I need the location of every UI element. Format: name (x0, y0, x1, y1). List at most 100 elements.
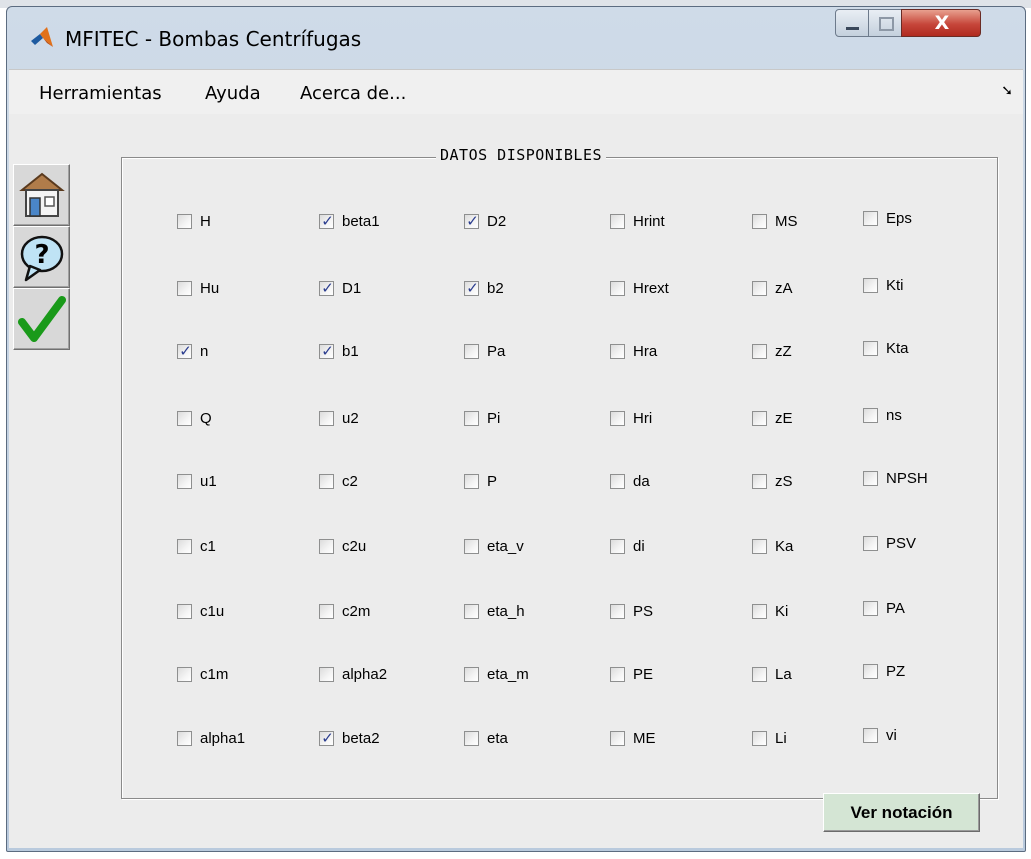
checkbox-c2m[interactable]: c2m (319, 601, 370, 621)
checkbox-unchecked-icon[interactable] (752, 410, 767, 426)
checkbox-unchecked-icon[interactable] (177, 666, 192, 682)
checkbox-pi[interactable]: Pi (464, 408, 500, 428)
checkbox-u1[interactable]: u1 (177, 471, 217, 491)
checkbox-beta1[interactable]: ✓ beta1 (319, 211, 380, 231)
checkbox-unchecked-icon[interactable] (610, 410, 625, 426)
checkbox-hu[interactable]: Hu (177, 278, 219, 298)
checkbox-unchecked-icon[interactable] (319, 410, 334, 426)
checkbox-unchecked-icon[interactable] (752, 473, 767, 489)
checkbox-unchecked-icon[interactable] (610, 213, 625, 229)
checkbox-da[interactable]: da (610, 471, 650, 491)
checkbox-li[interactable]: Li (752, 728, 787, 748)
checkbox-npsh[interactable]: NPSH (863, 468, 928, 488)
checkbox-pe[interactable]: PE (610, 664, 653, 684)
minimize-button[interactable] (835, 9, 869, 37)
checkbox-unchecked-icon[interactable] (752, 666, 767, 682)
checkbox-n[interactable]: ✓ n (177, 341, 208, 361)
checkbox-hrint[interactable]: Hrint (610, 211, 665, 231)
checkbox-unchecked-icon[interactable] (752, 603, 767, 619)
checkbox-unchecked-icon[interactable] (752, 538, 767, 554)
checkbox-checked-icon[interactable]: ✓ (464, 212, 479, 230)
checkbox-zz[interactable]: zZ (752, 341, 792, 361)
checkbox-pa[interactable]: Pa (464, 341, 505, 361)
menu-acerca-de[interactable]: Acerca de... (300, 83, 406, 104)
checkbox-unchecked-icon[interactable] (464, 666, 479, 682)
checkbox-unchecked-icon[interactable] (863, 277, 878, 293)
checkbox-u2[interactable]: u2 (319, 408, 359, 428)
checkbox-unchecked-icon[interactable] (177, 538, 192, 554)
checkbox-c1m[interactable]: c1m (177, 664, 228, 684)
checkbox-eps[interactable]: Eps (863, 208, 912, 228)
checkbox-unchecked-icon[interactable] (177, 410, 192, 426)
checkbox-eta_h[interactable]: eta_h (464, 601, 525, 621)
checkbox-alpha2[interactable]: alpha2 (319, 664, 387, 684)
checkbox-unchecked-icon[interactable] (610, 280, 625, 296)
checkbox-unchecked-icon[interactable] (863, 600, 878, 616)
checkbox-unchecked-icon[interactable] (464, 410, 479, 426)
checkbox-pa[interactable]: PA (863, 598, 905, 618)
checkbox-ka[interactable]: Ka (752, 536, 793, 556)
checkbox-unchecked-icon[interactable] (752, 730, 767, 746)
checkbox-b1[interactable]: ✓ b1 (319, 341, 359, 361)
checkbox-checked-icon[interactable]: ✓ (177, 342, 192, 360)
help-button[interactable]: ? (13, 226, 70, 288)
checkbox-eta_m[interactable]: eta_m (464, 664, 529, 684)
checkbox-ns[interactable]: ns (863, 405, 902, 425)
checkbox-unchecked-icon[interactable] (752, 343, 767, 359)
checkbox-unchecked-icon[interactable] (610, 343, 625, 359)
checkbox-me[interactable]: ME (610, 728, 656, 748)
checkbox-unchecked-icon[interactable] (752, 213, 767, 229)
checkbox-checked-icon[interactable]: ✓ (319, 729, 334, 747)
checkbox-unchecked-icon[interactable] (863, 535, 878, 551)
checkbox-unchecked-icon[interactable] (464, 343, 479, 359)
checkbox-di[interactable]: di (610, 536, 645, 556)
checkbox-alpha1[interactable]: alpha1 (177, 728, 245, 748)
checkbox-hra[interactable]: Hra (610, 341, 657, 361)
checkbox-unchecked-icon[interactable] (752, 280, 767, 296)
checkbox-hri[interactable]: Hri (610, 408, 652, 428)
checkbox-unchecked-icon[interactable] (610, 666, 625, 682)
checkbox-unchecked-icon[interactable] (464, 538, 479, 554)
maximize-button[interactable] (868, 9, 902, 37)
ver-notacion-button[interactable]: Ver notación (823, 793, 980, 832)
checkbox-la[interactable]: La (752, 664, 792, 684)
checkbox-ze[interactable]: zE (752, 408, 793, 428)
checkbox-eta_v[interactable]: eta_v (464, 536, 524, 556)
close-button[interactable]: X (901, 9, 981, 37)
checkbox-c2[interactable]: c2 (319, 471, 358, 491)
checkbox-unchecked-icon[interactable] (863, 727, 878, 743)
checkbox-ms[interactable]: MS (752, 211, 798, 231)
checkbox-unchecked-icon[interactable] (319, 473, 334, 489)
checkbox-unchecked-icon[interactable] (319, 603, 334, 619)
checkbox-unchecked-icon[interactable] (177, 473, 192, 489)
checkbox-checked-icon[interactable]: ✓ (319, 279, 334, 297)
checkbox-c1[interactable]: c1 (177, 536, 216, 556)
checkbox-unchecked-icon[interactable] (464, 730, 479, 746)
checkbox-checked-icon[interactable]: ✓ (464, 279, 479, 297)
checkbox-h[interactable]: H (177, 211, 211, 231)
checkbox-unchecked-icon[interactable] (177, 213, 192, 229)
checkbox-kti[interactable]: Kti (863, 275, 904, 295)
checkbox-c1u[interactable]: c1u (177, 601, 224, 621)
checkbox-unchecked-icon[interactable] (464, 603, 479, 619)
checkbox-unchecked-icon[interactable] (863, 340, 878, 356)
menu-herramientas[interactable]: Herramientas (39, 83, 162, 104)
checkbox-ki[interactable]: Ki (752, 601, 788, 621)
checkbox-c2u[interactable]: c2u (319, 536, 366, 556)
checkbox-unchecked-icon[interactable] (863, 407, 878, 423)
checkbox-hrext[interactable]: Hrext (610, 278, 669, 298)
checkbox-p[interactable]: P (464, 471, 497, 491)
checkbox-vi[interactable]: vi (863, 725, 897, 745)
checkbox-unchecked-icon[interactable] (863, 470, 878, 486)
checkbox-d1[interactable]: ✓ D1 (319, 278, 361, 298)
checkbox-eta[interactable]: eta (464, 728, 508, 748)
menu-ayuda[interactable]: Ayuda (205, 83, 261, 104)
accept-button[interactable] (13, 288, 70, 350)
checkbox-unchecked-icon[interactable] (319, 666, 334, 682)
checkbox-b2[interactable]: ✓ b2 (464, 278, 504, 298)
checkbox-pz[interactable]: PZ (863, 661, 905, 681)
checkbox-unchecked-icon[interactable] (177, 730, 192, 746)
checkbox-unchecked-icon[interactable] (177, 280, 192, 296)
checkbox-unchecked-icon[interactable] (610, 473, 625, 489)
checkbox-beta2[interactable]: ✓ beta2 (319, 728, 380, 748)
